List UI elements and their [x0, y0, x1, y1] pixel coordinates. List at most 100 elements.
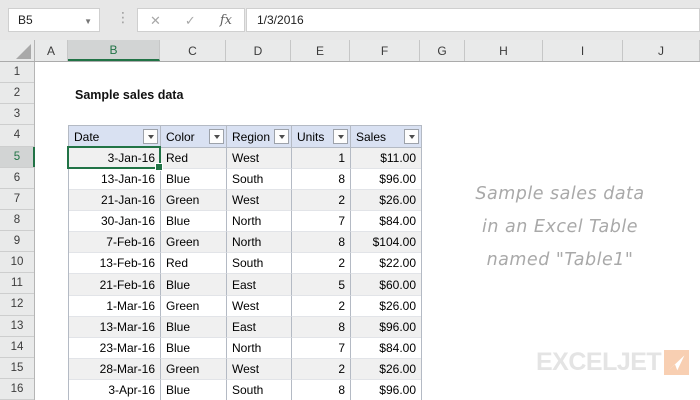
table-cell[interactable]: East: [227, 274, 292, 296]
table-header-color[interactable]: Color: [161, 126, 227, 148]
table-cell[interactable]: 8: [292, 169, 351, 191]
table-cell[interactable]: 7: [292, 211, 351, 233]
table-cell[interactable]: South: [227, 379, 292, 400]
row-header-10[interactable]: 10: [0, 252, 34, 274]
table-cell[interactable]: 3-Jan-16: [69, 148, 161, 170]
table-cell[interactable]: Green: [161, 295, 227, 317]
column-header-h[interactable]: H: [465, 40, 543, 61]
table-cell[interactable]: 3-Apr-16: [69, 379, 161, 400]
table-cell[interactable]: Red: [161, 148, 227, 170]
table-cell[interactable]: $96.00: [351, 316, 421, 338]
column-header-g[interactable]: G: [420, 40, 465, 61]
table-cell[interactable]: Green: [161, 190, 227, 212]
table-header-units[interactable]: Units: [292, 126, 351, 148]
table-cell[interactable]: Blue: [161, 211, 227, 233]
sheet-title[interactable]: Sample sales data: [75, 88, 183, 102]
table-cell[interactable]: $104.00: [351, 232, 421, 254]
table-cell[interactable]: West: [227, 358, 292, 380]
table-cell[interactable]: $60.00: [351, 274, 421, 296]
filter-dropdown-icon[interactable]: [143, 129, 158, 144]
table-cell[interactable]: $26.00: [351, 358, 421, 380]
row-header-14[interactable]: 14: [0, 337, 34, 358]
filter-dropdown-icon[interactable]: [333, 129, 348, 144]
table-cell[interactable]: North: [227, 337, 292, 359]
column-header-d[interactable]: D: [226, 40, 291, 61]
table-cell[interactable]: 21-Jan-16: [69, 190, 161, 212]
column-header-a[interactable]: A: [35, 40, 68, 61]
table-cell[interactable]: 2: [292, 253, 351, 275]
table-header-sales[interactable]: Sales: [351, 126, 421, 148]
table-cell[interactable]: 30-Jan-16: [69, 211, 161, 233]
enter-icon[interactable]: ✓: [185, 14, 196, 27]
table-cell[interactable]: 13-Jan-16: [69, 169, 161, 191]
table-cell[interactable]: 1-Mar-16: [69, 295, 161, 317]
table-cell[interactable]: 21-Feb-16: [69, 274, 161, 296]
filter-dropdown-icon[interactable]: [274, 129, 289, 144]
table-cell[interactable]: 2: [292, 295, 351, 317]
table-cell[interactable]: 2: [292, 190, 351, 212]
column-header-i[interactable]: I: [543, 40, 623, 61]
table-cell[interactable]: Blue: [161, 274, 227, 296]
table-cell[interactable]: West: [227, 148, 292, 170]
fill-handle[interactable]: [155, 163, 163, 171]
table-cell[interactable]: $26.00: [351, 190, 421, 212]
row-header-15[interactable]: 15: [0, 358, 34, 379]
table-header-region[interactable]: Region: [227, 126, 292, 148]
table-cell[interactable]: $96.00: [351, 380, 421, 400]
filter-dropdown-icon[interactable]: [404, 129, 419, 144]
name-box[interactable]: B5 ▼: [8, 8, 100, 32]
table-cell[interactable]: South: [227, 253, 292, 275]
filter-dropdown-icon[interactable]: [209, 129, 224, 144]
table-cell[interactable]: 7: [292, 337, 351, 359]
row-header-13[interactable]: 13: [0, 316, 34, 337]
table-cell[interactable]: 8: [292, 379, 351, 400]
table-cell[interactable]: Blue: [161, 316, 227, 338]
row-header-9[interactable]: 9: [0, 231, 34, 253]
table-cell[interactable]: Blue: [161, 379, 227, 400]
column-header-c[interactable]: C: [160, 40, 226, 61]
table-cell[interactable]: 8: [292, 232, 351, 254]
row-header-12[interactable]: 12: [0, 294, 34, 316]
row-header-6[interactable]: 6: [0, 168, 34, 189]
row-header-5[interactable]: 5: [0, 146, 35, 168]
table-cell[interactable]: Blue: [161, 337, 227, 359]
table-cell[interactable]: North: [227, 232, 292, 254]
row-header-3[interactable]: 3: [0, 104, 34, 126]
table-cell[interactable]: Green: [161, 358, 227, 380]
table-cell[interactable]: 28-Mar-16: [69, 358, 161, 380]
row-header-4[interactable]: 4: [0, 125, 34, 147]
table-cell[interactable]: $84.00: [351, 211, 421, 233]
table-cell[interactable]: West: [227, 295, 292, 317]
select-all-corner[interactable]: [0, 40, 35, 61]
table-cell[interactable]: $84.00: [351, 338, 421, 359]
table-cell[interactable]: East: [227, 316, 292, 338]
cancel-icon[interactable]: ✕: [150, 14, 161, 27]
table-cell[interactable]: 1: [292, 148, 351, 170]
row-header-7[interactable]: 7: [0, 189, 34, 210]
column-header-f[interactable]: F: [350, 40, 420, 61]
table-cell[interactable]: $11.00: [351, 148, 421, 170]
table-cell[interactable]: $96.00: [351, 169, 421, 191]
table-cell[interactable]: South: [227, 169, 292, 191]
row-header-2[interactable]: 2: [0, 83, 34, 105]
table-cell[interactable]: Red: [161, 253, 227, 275]
table-cell[interactable]: 7-Feb-16: [69, 232, 161, 254]
table-cell[interactable]: 13-Feb-16: [69, 253, 161, 275]
name-box-dropdown-icon[interactable]: ▼: [84, 17, 92, 26]
table-cell[interactable]: $26.00: [351, 296, 421, 317]
table-cell[interactable]: North: [227, 211, 292, 233]
table-cell[interactable]: $22.00: [351, 253, 421, 275]
column-header-j[interactable]: J: [623, 40, 700, 61]
formula-bar-input[interactable]: 1/3/2016: [246, 8, 700, 32]
table-cell[interactable]: Green: [161, 232, 227, 254]
table-cell[interactable]: 2: [292, 358, 351, 380]
table-header-date[interactable]: Date: [69, 126, 161, 148]
table-cell[interactable]: Blue: [161, 169, 227, 191]
row-header-16[interactable]: 16: [0, 379, 34, 400]
column-header-b[interactable]: B: [68, 40, 160, 61]
table-cell[interactable]: 13-Mar-16: [69, 316, 161, 338]
row-header-1[interactable]: 1: [0, 62, 34, 84]
sheet-canvas[interactable]: Sample sales data Date Color Region Units Sa…: [35, 62, 700, 400]
table-cell[interactable]: 5: [292, 274, 351, 296]
table-cell[interactable]: 23-Mar-16: [69, 337, 161, 359]
